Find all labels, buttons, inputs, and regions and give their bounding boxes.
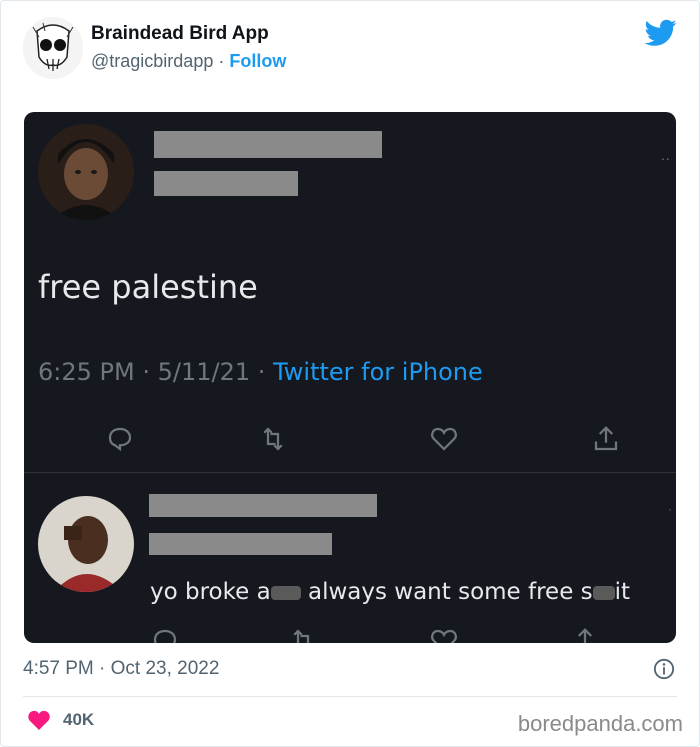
retweet-icon xyxy=(263,427,283,451)
account-handle[interactable]: @tragicbirdapp xyxy=(91,51,213,71)
retweet-icon xyxy=(293,629,310,643)
redacted-username xyxy=(154,171,298,196)
tweet-divider xyxy=(24,472,676,473)
footer-divider xyxy=(23,696,677,697)
more-options-icon: ·· xyxy=(660,150,670,166)
tweet-timestamp[interactable]: 4:57 PM · Oct 23, 2022 xyxy=(23,658,219,680)
redacted-display-name xyxy=(154,131,382,158)
person-photo-icon xyxy=(38,124,134,220)
like-icon xyxy=(431,629,457,643)
redacted-username xyxy=(149,533,332,555)
censor-smudge xyxy=(270,585,301,600)
tweet-meta: 6:25 PM · 5/11/21 · Twitter for iPhone xyxy=(38,358,483,386)
twitter-bird-icon[interactable] xyxy=(645,19,677,47)
person-photo-icon xyxy=(38,496,134,592)
share-icon xyxy=(577,628,593,643)
redacted-display-name xyxy=(149,494,377,517)
like-count[interactable]: 40K xyxy=(63,710,94,730)
tweet-date: 5/11/21 xyxy=(157,358,251,386)
like-icon xyxy=(431,427,457,451)
tweet-author-avatar xyxy=(38,124,134,220)
account-name[interactable]: Braindead Bird App xyxy=(91,23,269,45)
tweet-source: Twitter for iPhone xyxy=(273,358,483,386)
profile-avatar[interactable] xyxy=(23,17,83,79)
tweet-time: 6:25 PM xyxy=(38,358,135,386)
account-handle-line: @tragicbirdapp · Follow xyxy=(91,51,286,72)
watermark: boredpanda.com xyxy=(517,711,683,736)
reply-icon xyxy=(108,427,132,452)
censor-smudge xyxy=(592,585,615,600)
meta-dot: · xyxy=(142,358,150,386)
reply-icon xyxy=(153,629,177,643)
more-options-icon: · xyxy=(668,502,672,516)
reply-author-avatar xyxy=(38,496,134,592)
embedded-screenshot: ·· free palestine 6:25 PM · 5/11/21 · Tw… xyxy=(24,112,676,643)
tweet-card: Braindead Bird App @tragicbirdapp · Foll… xyxy=(0,0,700,747)
heart-icon[interactable] xyxy=(27,709,51,731)
skull-drawing-icon xyxy=(23,17,83,79)
handle-separator: · xyxy=(218,51,225,71)
follow-link[interactable]: Follow xyxy=(229,51,286,71)
reply-text: yo broke a always want some free s it xyxy=(150,579,631,605)
meta-dot: · xyxy=(257,358,266,386)
share-icon xyxy=(594,426,618,451)
info-icon[interactable] xyxy=(653,658,675,680)
tweet-text: free palestine xyxy=(38,268,258,306)
